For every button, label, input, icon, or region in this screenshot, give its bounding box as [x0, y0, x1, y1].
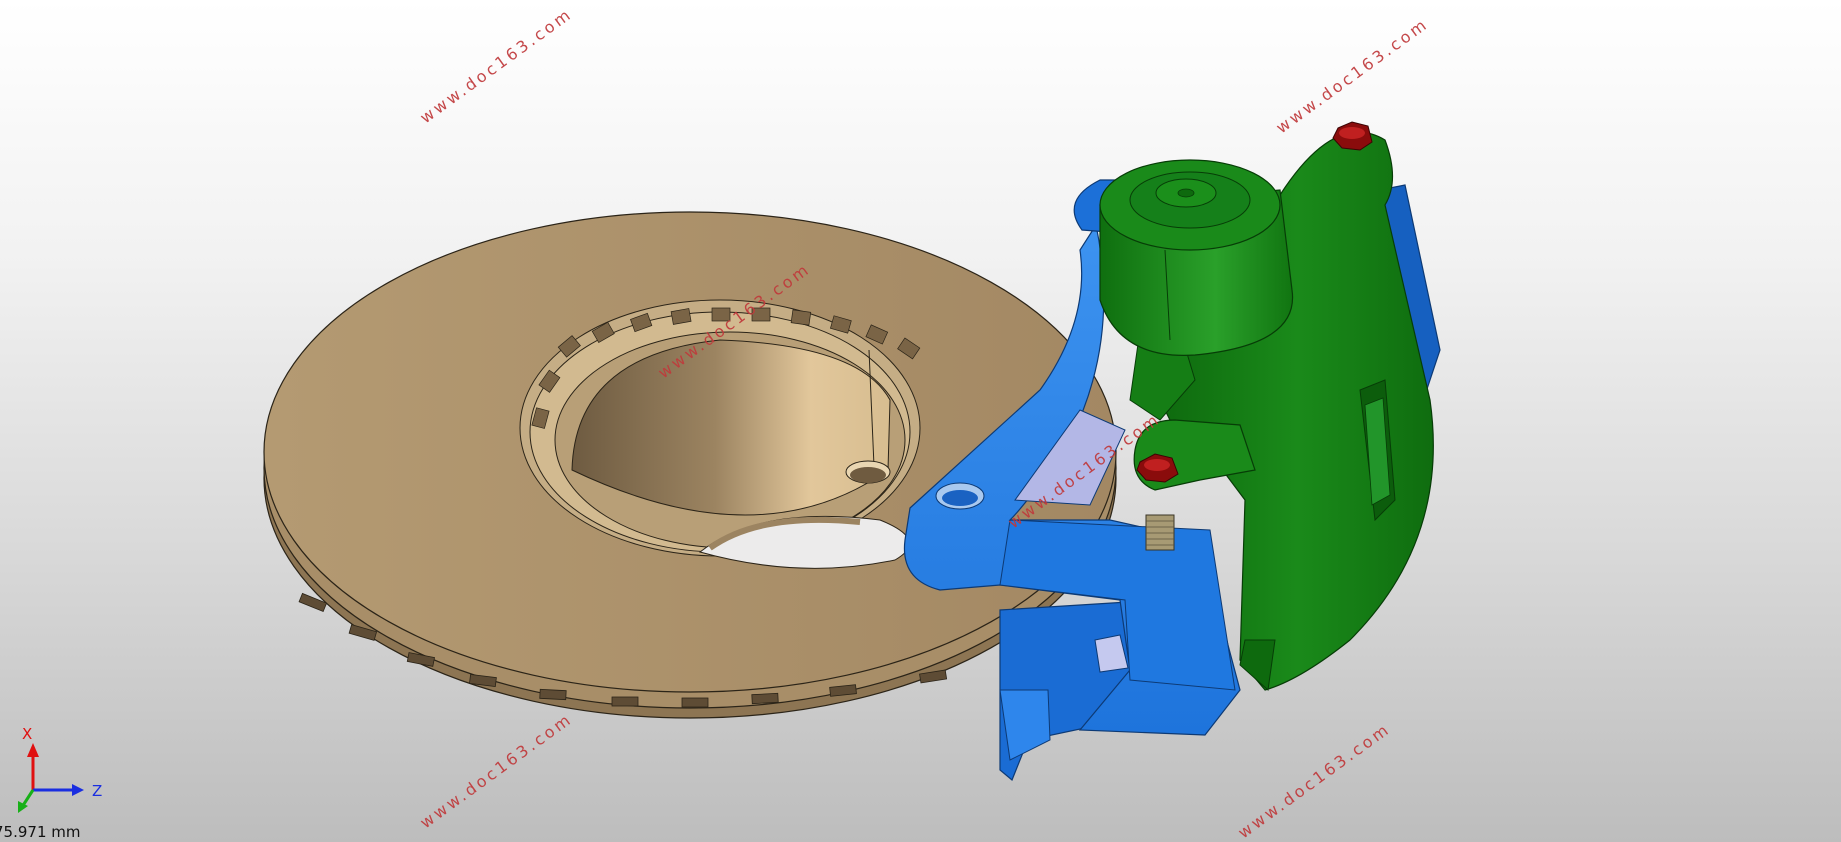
- 3d-viewport[interactable]: www.doc163.com www.doc163.com www.doc163…: [0, 0, 1841, 842]
- brake-assembly-model[interactable]: [0, 0, 1841, 842]
- triad-x-label: X: [22, 725, 33, 743]
- axis-triad: [18, 743, 84, 813]
- scale-readout: 75.971 mm: [0, 823, 81, 841]
- triad-z-label: Z: [92, 782, 103, 800]
